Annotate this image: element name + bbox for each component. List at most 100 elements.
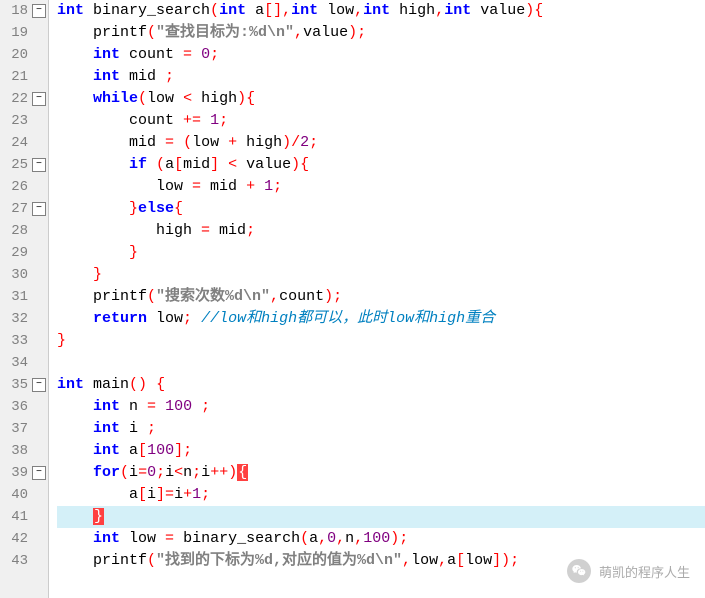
token-plain: count bbox=[57, 112, 183, 129]
token-plain bbox=[57, 266, 93, 283]
fold-toggle-icon[interactable]: − bbox=[32, 202, 46, 216]
token-err: { bbox=[237, 464, 248, 481]
fold-spacer bbox=[32, 532, 46, 546]
gutter-line: 38 bbox=[0, 440, 48, 462]
token-plain bbox=[219, 156, 228, 173]
code-line[interactable]: count += 1; bbox=[57, 110, 705, 132]
token-op: ( bbox=[210, 2, 219, 19]
token-op: ; bbox=[201, 486, 210, 503]
line-number: 34 bbox=[4, 355, 28, 371]
fold-spacer bbox=[32, 48, 46, 62]
token-plain bbox=[147, 376, 156, 393]
token-plain: i bbox=[120, 420, 147, 437]
token-num: 100 bbox=[147, 442, 174, 459]
line-number: 23 bbox=[4, 113, 28, 129]
token-op: + bbox=[246, 178, 255, 195]
gutter-line: 23 bbox=[0, 110, 48, 132]
token-plain bbox=[57, 200, 129, 217]
token-op: ( bbox=[300, 530, 309, 547]
code-line[interactable]: } bbox=[57, 242, 705, 264]
code-line[interactable]: a[i]=i+1; bbox=[57, 484, 705, 506]
token-op: ); bbox=[390, 530, 408, 547]
token-op: = bbox=[192, 178, 201, 195]
fold-spacer bbox=[32, 312, 46, 326]
token-kw: int bbox=[219, 2, 246, 19]
token-plain bbox=[192, 310, 201, 327]
token-op: ( bbox=[138, 90, 147, 107]
code-line[interactable]: } bbox=[57, 330, 705, 352]
token-plain: i bbox=[129, 464, 138, 481]
line-number: 24 bbox=[4, 135, 28, 151]
code-line[interactable]: high = mid; bbox=[57, 220, 705, 242]
token-plain: low bbox=[147, 90, 183, 107]
code-line[interactable]: low = mid + 1; bbox=[57, 176, 705, 198]
token-op: + bbox=[183, 486, 192, 503]
line-number: 19 bbox=[4, 25, 28, 41]
token-plain: a bbox=[447, 552, 456, 569]
token-op: () bbox=[129, 376, 147, 393]
code-line[interactable]: int binary_search(int a[],int low,int hi… bbox=[57, 0, 705, 22]
fold-toggle-icon[interactable]: − bbox=[32, 158, 46, 172]
token-plain: low bbox=[465, 552, 492, 569]
token-plain bbox=[192, 46, 201, 63]
code-line[interactable]: int n = 100 ; bbox=[57, 396, 705, 418]
fold-toggle-icon[interactable]: − bbox=[32, 4, 46, 18]
token-str: "搜索次数%d\n" bbox=[156, 288, 270, 305]
code-line[interactable]: int main() { bbox=[57, 374, 705, 396]
fold-spacer bbox=[32, 246, 46, 260]
line-number: 36 bbox=[4, 399, 28, 415]
token-plain bbox=[156, 398, 165, 415]
code-line[interactable]: int low = binary_search(a,0,n,100); bbox=[57, 528, 705, 550]
code-line[interactable]: while(low < high){ bbox=[57, 88, 705, 110]
code-line[interactable]: mid = (low + high)/2; bbox=[57, 132, 705, 154]
token-op: ]); bbox=[492, 552, 519, 569]
code-line[interactable]: printf("搜索次数%d\n",count); bbox=[57, 286, 705, 308]
code-line[interactable]: printf("查找目标为:%d\n",value); bbox=[57, 22, 705, 44]
code-line[interactable]: int i ; bbox=[57, 418, 705, 440]
code-line[interactable]: int count = 0; bbox=[57, 44, 705, 66]
token-plain: value bbox=[303, 24, 348, 41]
gutter-line: 34 bbox=[0, 352, 48, 374]
fold-toggle-icon[interactable]: − bbox=[32, 378, 46, 392]
token-kw: int bbox=[93, 420, 120, 437]
token-plain bbox=[192, 398, 201, 415]
fold-spacer bbox=[32, 400, 46, 414]
token-err: } bbox=[93, 508, 104, 525]
token-op: [ bbox=[456, 552, 465, 569]
token-op: } bbox=[57, 332, 66, 349]
token-op: , bbox=[336, 530, 345, 547]
code-line[interactable]: } bbox=[57, 506, 705, 528]
gutter-line: 40 bbox=[0, 484, 48, 506]
code-line[interactable]: }else{ bbox=[57, 198, 705, 220]
token-plain: low bbox=[411, 552, 438, 569]
token-op: += bbox=[183, 112, 201, 129]
token-num: 0 bbox=[327, 530, 336, 547]
fold-spacer bbox=[32, 554, 46, 568]
token-kw: int bbox=[57, 376, 84, 393]
code-area[interactable]: int binary_search(int a[],int low,int hi… bbox=[49, 0, 705, 598]
token-plain: printf bbox=[57, 288, 147, 305]
token-plain: value bbox=[471, 2, 525, 19]
token-op: ; bbox=[156, 464, 165, 481]
line-number: 37 bbox=[4, 421, 28, 437]
fold-spacer bbox=[32, 510, 46, 524]
code-line[interactable]: } bbox=[57, 264, 705, 286]
token-num: 100 bbox=[165, 398, 192, 415]
token-op: ( bbox=[183, 134, 192, 151]
line-number: 22 bbox=[4, 91, 28, 107]
fold-toggle-icon[interactable]: − bbox=[32, 92, 46, 106]
token-kw: else bbox=[138, 200, 174, 217]
gutter-line: 35− bbox=[0, 374, 48, 396]
fold-toggle-icon[interactable]: − bbox=[32, 466, 46, 480]
code-line[interactable]: if (a[mid] < value){ bbox=[57, 154, 705, 176]
token-op: = bbox=[147, 398, 156, 415]
line-number: 39 bbox=[4, 465, 28, 481]
code-line[interactable] bbox=[57, 352, 705, 374]
token-plain bbox=[57, 464, 93, 481]
code-line[interactable]: for(i=0;i<n;i++){ bbox=[57, 462, 705, 484]
code-line[interactable]: int a[100]; bbox=[57, 440, 705, 462]
token-op: = bbox=[165, 134, 174, 151]
line-number: 25 bbox=[4, 157, 28, 173]
code-line[interactable]: return low; //low和high都可以，此时low和high重合 bbox=[57, 308, 705, 330]
code-line[interactable]: int mid ; bbox=[57, 66, 705, 88]
